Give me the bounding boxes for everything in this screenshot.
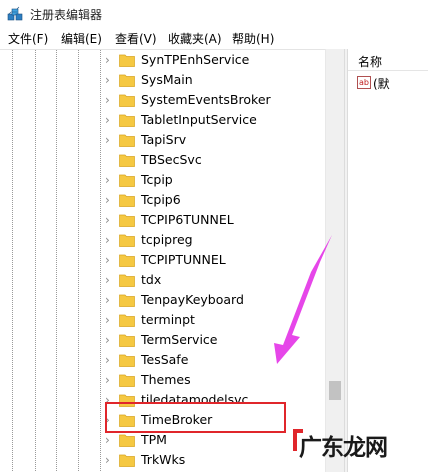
menu-favorites[interactable]: 收藏夹(A) — [168, 30, 222, 47]
chevron-right-icon[interactable]: › — [105, 353, 110, 367]
column-name-label: 名称 — [358, 55, 383, 69]
chevron-right-icon[interactable]: › — [105, 173, 110, 187]
tree-item-label: Tcpip6 — [141, 192, 181, 207]
tree-item[interactable]: › Tcpip — [100, 170, 330, 190]
folder-icon — [119, 374, 135, 387]
watermark-text: 广东龙网 — [299, 435, 388, 461]
tree-item-label: tdx — [141, 272, 162, 287]
folder-icon — [119, 174, 135, 187]
chevron-right-icon[interactable]: › — [105, 53, 110, 67]
tree-item-label: TPM — [141, 432, 167, 447]
window-title: 注册表编辑器 — [30, 8, 103, 22]
tree-item[interactable]: › TesSafe — [100, 350, 330, 370]
tree-item[interactable]: › TermService — [100, 330, 330, 350]
tree-item[interactable]: › SystemEventsBroker — [100, 90, 330, 110]
chevron-right-icon[interactable]: › — [105, 193, 110, 207]
tree-guide-line — [56, 50, 57, 472]
tree-item[interactable]: › SynTPEnhService — [100, 50, 330, 70]
folder-icon — [119, 274, 135, 287]
tree-item-label: TenpayKeyboard — [141, 292, 244, 307]
folder-icon — [119, 194, 135, 207]
tree-item-label: Tcpip — [141, 172, 173, 187]
values-list-pane: 名称 ab (默 — [348, 49, 428, 472]
menu-bar: 文件(F) 编辑(E) 查看(V) 收藏夹(A) 帮助(H) — [0, 28, 428, 48]
chevron-right-icon[interactable]: › — [105, 373, 110, 387]
chevron-right-icon[interactable]: › — [105, 273, 110, 287]
chevron-right-icon[interactable]: › — [105, 313, 110, 327]
tree-guide-line — [35, 50, 36, 472]
value-row-default[interactable]: (默 — [373, 75, 390, 92]
tree-item[interactable]: › TCPIP6TUNNEL — [100, 210, 330, 230]
tree-item-label: TabletInputService — [141, 112, 257, 127]
tree-guide-line — [12, 50, 13, 472]
folder-icon — [119, 214, 135, 227]
folder-icon — [119, 434, 135, 447]
tree-item-label: TesSafe — [141, 352, 189, 367]
chevron-right-icon[interactable]: › — [105, 293, 110, 307]
tree-item[interactable]: › Themes — [100, 370, 330, 390]
folder-icon — [119, 134, 135, 147]
tree-item-label: TCPIP6TUNNEL — [141, 212, 234, 227]
tree-item-label: TCPIPTUNNEL — [141, 252, 226, 267]
tree-item-label: tcpipreg — [141, 232, 193, 247]
tree-scrollbar[interactable] — [325, 49, 344, 472]
chevron-right-icon[interactable]: › — [105, 453, 110, 467]
tree-item[interactable]: › TapiSrv — [100, 130, 330, 150]
scrollbar-thumb[interactable] — [329, 381, 341, 400]
tree-item[interactable]: › terminpt — [100, 310, 330, 330]
tree-item-label: TermService — [141, 332, 218, 347]
title-bar: 注册表编辑器 — [0, 0, 428, 28]
menu-edit[interactable]: 编辑(E) — [61, 30, 102, 47]
folder-icon — [119, 454, 135, 467]
column-header-name[interactable]: 名称 — [348, 49, 428, 71]
tree-item[interactable]: › Tcpip6 — [100, 190, 330, 210]
registry-cubes-icon — [7, 6, 23, 21]
folder-icon — [119, 254, 135, 267]
tree-item-label: TBSecSvc — [141, 152, 202, 167]
chevron-right-icon[interactable]: › — [105, 233, 110, 247]
tree-item-label: TapiSrv — [141, 132, 187, 147]
chevron-right-icon[interactable]: › — [105, 213, 110, 227]
folder-icon — [119, 234, 135, 247]
tree-item[interactable]: › tdx — [100, 270, 330, 290]
tree-item[interactable]: › TCPIPTUNNEL — [100, 250, 330, 270]
folder-icon — [119, 354, 135, 367]
chevron-right-icon[interactable]: › — [105, 93, 110, 107]
chevron-right-icon[interactable]: › — [105, 113, 110, 127]
menu-file[interactable]: 文件(F) — [8, 30, 48, 47]
chevron-right-icon[interactable]: › — [105, 73, 110, 87]
folder-icon — [119, 334, 135, 347]
folder-icon — [119, 94, 135, 107]
tree-item-label: SynTPEnhService — [141, 52, 250, 67]
chevron-right-icon[interactable]: › — [105, 253, 110, 267]
folder-icon — [119, 54, 135, 67]
tree-guide-line — [78, 50, 79, 472]
chevron-right-icon[interactable]: › — [105, 133, 110, 147]
tree-item-label: terminpt — [141, 312, 195, 327]
tree-item[interactable]: › TabletInputService — [100, 110, 330, 130]
tree-item[interactable]: TBSecSvc — [100, 150, 330, 170]
tree-item[interactable]: › SysMain — [100, 70, 330, 90]
tree-item-label: SysMain — [141, 72, 193, 87]
tree-item-label: Themes — [141, 372, 191, 387]
menu-help[interactable]: 帮助(H) — [232, 30, 274, 47]
folder-icon — [119, 314, 135, 327]
folder-icon — [119, 294, 135, 307]
highlight-box — [105, 402, 286, 433]
folder-icon — [119, 114, 135, 127]
tree-item[interactable]: › tcpipreg — [100, 230, 330, 250]
tree-item-label: TrkWks — [141, 452, 186, 467]
menu-view[interactable]: 查看(V) — [115, 30, 157, 47]
folder-icon — [119, 154, 135, 167]
folder-icon — [119, 74, 135, 87]
chevron-right-icon[interactable]: › — [105, 333, 110, 347]
chevron-right-icon[interactable]: › — [105, 433, 110, 447]
string-value-icon: ab — [357, 76, 371, 89]
tree-item-label: SystemEventsBroker — [141, 92, 271, 107]
tree-item[interactable]: › TenpayKeyboard — [100, 290, 330, 310]
